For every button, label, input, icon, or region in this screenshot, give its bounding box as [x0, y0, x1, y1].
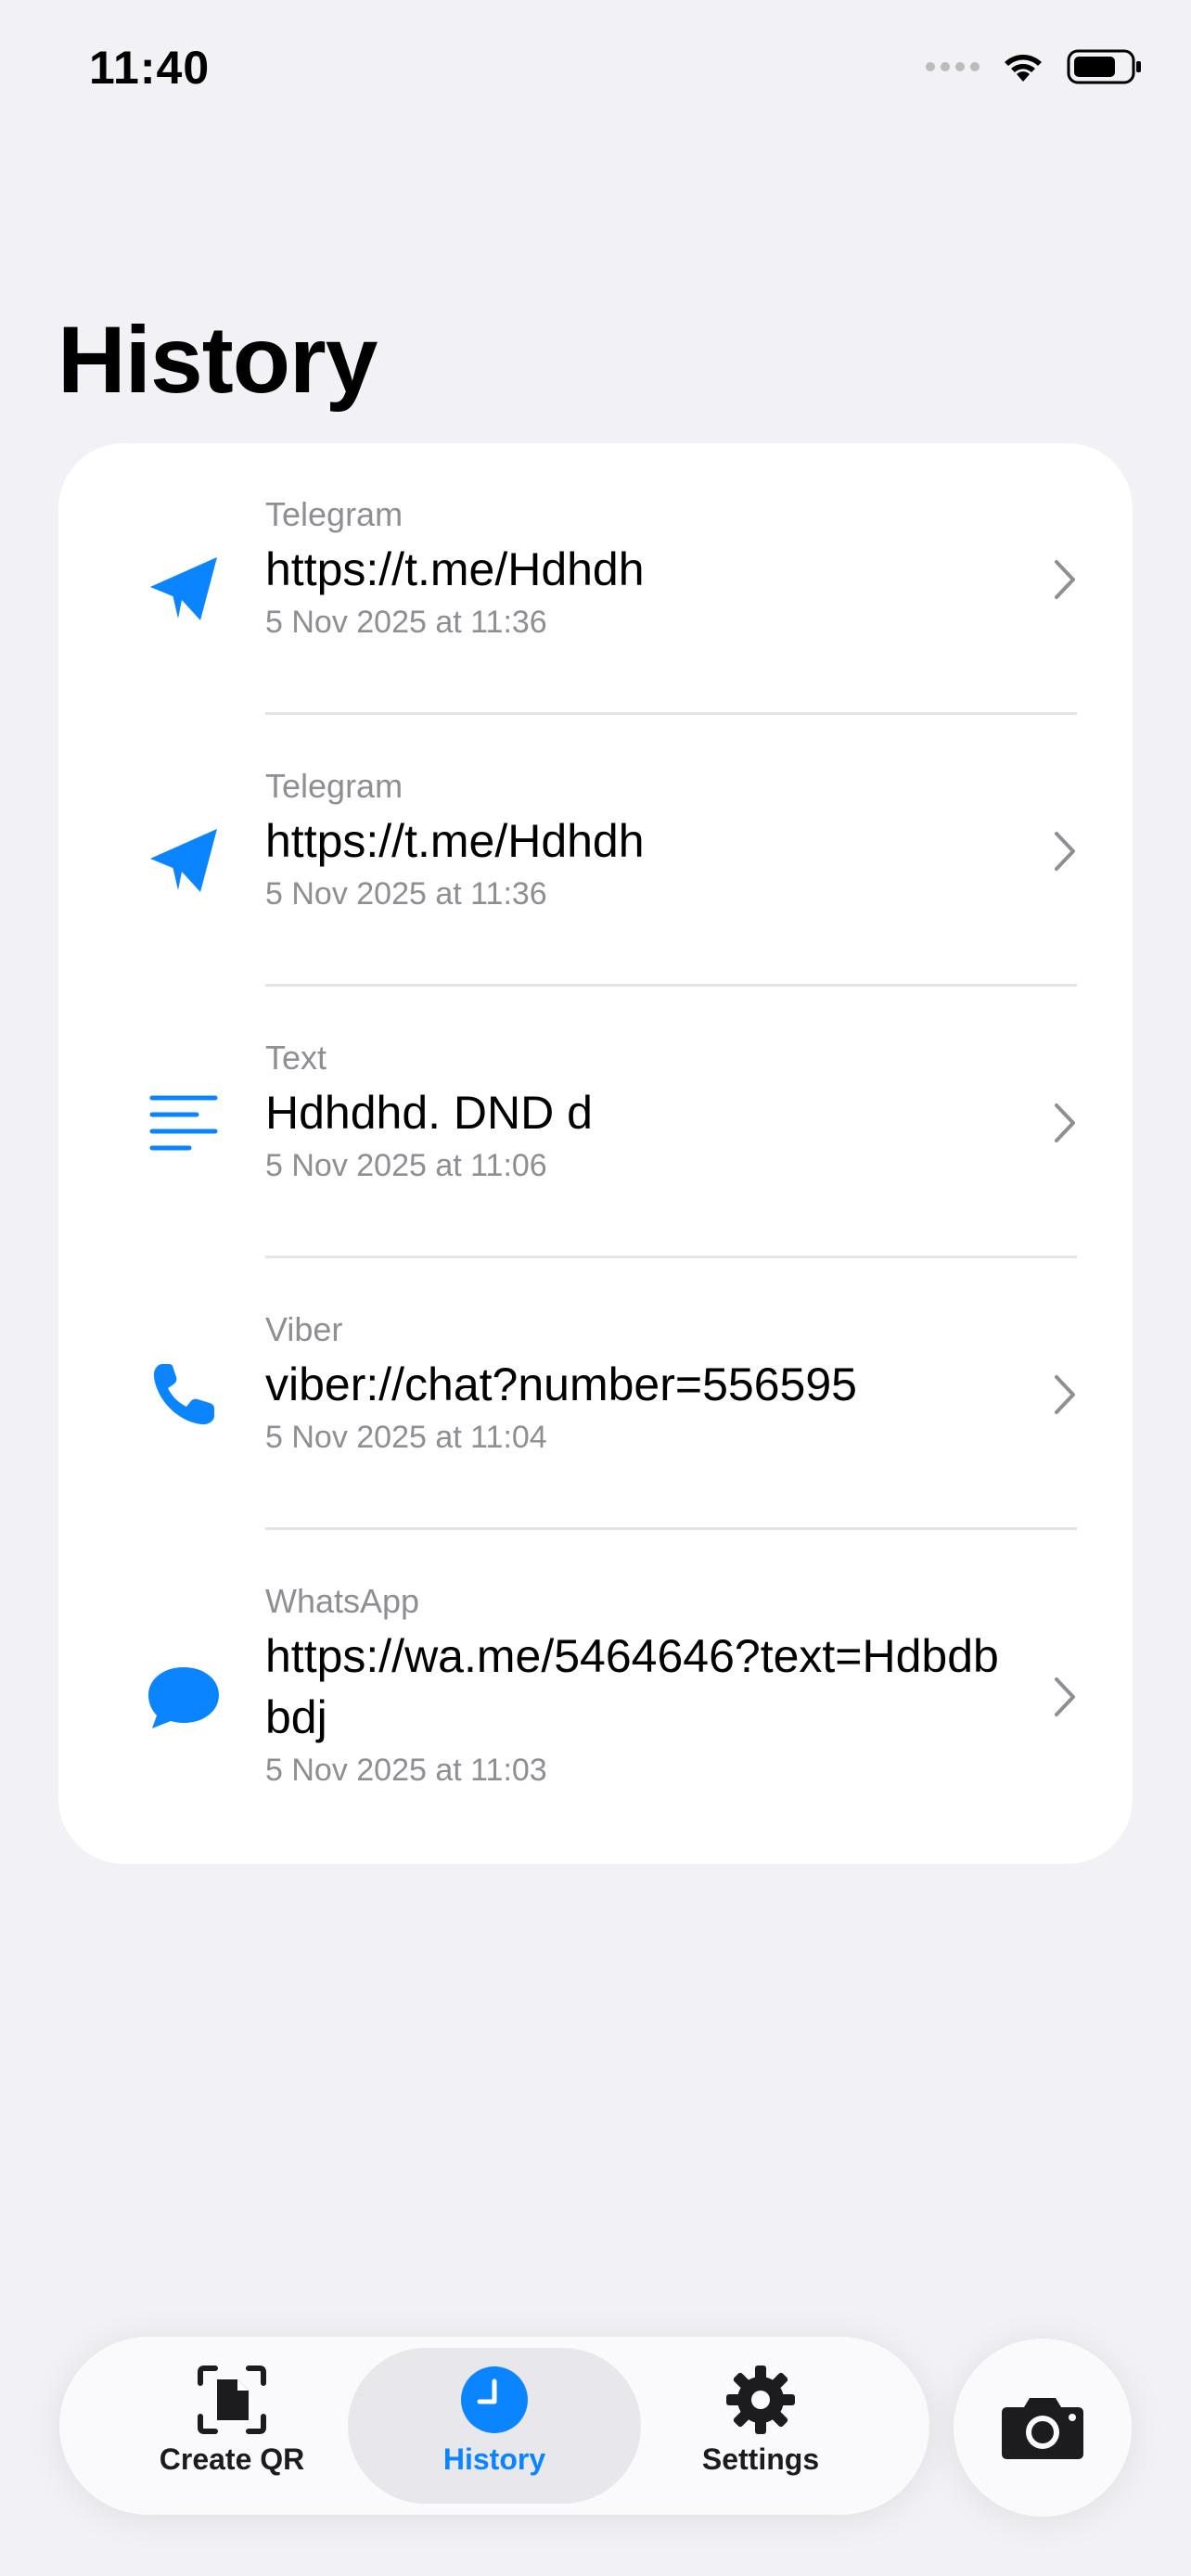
tab-label: Create QR: [159, 2442, 305, 2476]
chevron-right-icon: [1055, 1677, 1075, 1716]
wifi-icon: [1000, 48, 1046, 85]
history-item[interactable]: Viber viber://chat?number=556595 5 Nov 2…: [58, 1258, 1133, 1530]
history-item-date: 5 Nov 2025 at 11:04: [265, 1420, 547, 1455]
history-item[interactable]: Text Hdhdhd. DND d 5 Nov 2025 at 11:06: [58, 987, 1133, 1258]
history-item-date: 5 Nov 2025 at 11:36: [265, 605, 547, 640]
gear-icon: [724, 2363, 797, 2437]
camera-button[interactable]: [954, 2339, 1132, 2517]
battery-icon: [1067, 48, 1143, 85]
history-item-type: WhatsApp: [265, 1582, 420, 1620]
phone-icon: [133, 1344, 235, 1446]
status-icons: [926, 48, 1143, 85]
history-item-value: Hdhdhd. DND d: [265, 1087, 593, 1139]
history-item-type: Telegram: [265, 495, 403, 533]
history-item-value: https://t.me/Hdhdh: [265, 815, 645, 867]
history-item-value: https://wa.me/5464646?text=Hdbdbbdj: [265, 1630, 999, 1743]
history-item-text: Text Hdhdhd. DND d 5 Nov 2025 at 11:06: [265, 1038, 1021, 1186]
history-item-text: Telegram https://t.me/Hdhdh 5 Nov 2025 a…: [265, 766, 1021, 914]
history-item-type: Viber: [265, 1310, 343, 1348]
history-item-type: Text: [265, 1039, 327, 1077]
chevron-right-icon: [1055, 1375, 1075, 1414]
status-bar: 11:40: [0, 0, 1191, 139]
chevron-right-icon: [1055, 560, 1075, 599]
tab-history[interactable]: History: [348, 2348, 641, 2504]
telegram-paperplane-icon: [133, 538, 235, 640]
tab-bar: Create QR History Settings: [59, 2337, 929, 2515]
cellular-signal-icon: [926, 62, 980, 71]
tab-label: Settings: [701, 2442, 820, 2476]
history-item-date: 5 Nov 2025 at 11:36: [265, 876, 547, 912]
page-title: History: [58, 307, 378, 413]
telegram-paperplane-icon: [133, 810, 235, 912]
history-item-value: https://t.me/Hdhdh: [265, 543, 645, 595]
history-item-date: 5 Nov 2025 at 11:06: [265, 1148, 547, 1183]
tab-settings[interactable]: Settings: [621, 2348, 900, 2504]
history-item-text: Telegram https://t.me/Hdhdh 5 Nov 2025 a…: [265, 494, 1021, 643]
qr-document-scan-icon: [197, 2363, 267, 2437]
clock-icon: [459, 2363, 530, 2437]
history-item-text: WhatsApp https://wa.me/5464646?text=Hdbd…: [265, 1581, 1003, 1791]
status-time: 11:40: [89, 42, 211, 94]
tab-create-qr[interactable]: Create QR: [93, 2348, 371, 2504]
history-item-type: Telegram: [265, 767, 403, 805]
text-lines-icon: [133, 1072, 235, 1174]
history-item[interactable]: WhatsApp https://wa.me/5464646?text=Hdbd…: [58, 1530, 1133, 1864]
history-list: Telegram https://t.me/Hdhdh 5 Nov 2025 a…: [58, 443, 1133, 1864]
message-bubble-icon: [133, 1647, 235, 1749]
chevron-right-icon: [1055, 832, 1075, 871]
chevron-right-icon: [1055, 1103, 1075, 1142]
tab-label: History: [442, 2442, 546, 2476]
history-item[interactable]: Telegram https://t.me/Hdhdh 5 Nov 2025 a…: [58, 715, 1133, 987]
history-item-text: Viber viber://chat?number=556595 5 Nov 2…: [265, 1309, 1021, 1458]
history-item-value: viber://chat?number=556595: [265, 1358, 857, 1410]
camera-icon: [1002, 2398, 1083, 2459]
history-item[interactable]: Telegram https://t.me/Hdhdh 5 Nov 2025 a…: [58, 443, 1133, 715]
history-item-date: 5 Nov 2025 at 11:03: [265, 1753, 547, 1788]
